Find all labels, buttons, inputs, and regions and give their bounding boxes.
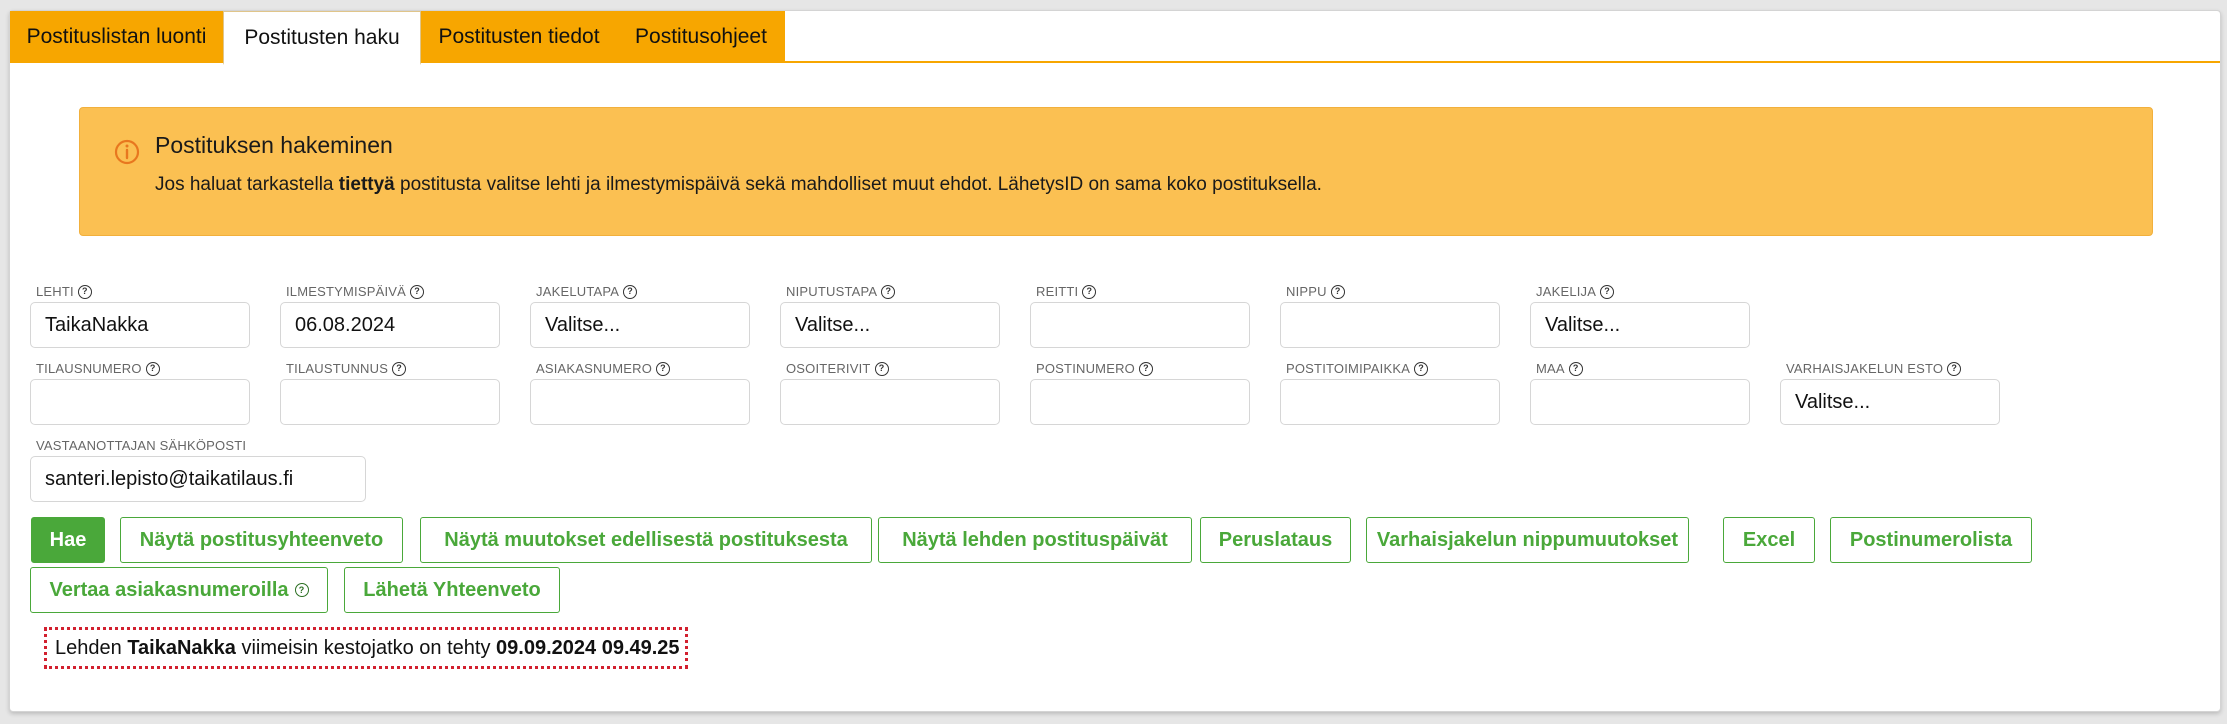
- osoiterivit-input[interactable]: [780, 379, 1000, 425]
- maa-input[interactable]: [1530, 379, 1750, 425]
- vertaa-asiakasnumeroilla-button[interactable]: Vertaa asiakasnumeroilla?: [30, 567, 328, 613]
- niputustapa-label: NIPUTUSTAPA: [786, 284, 878, 299]
- alert-title: Postituksen hakeminen: [155, 132, 393, 158]
- help-icon[interactable]: ?: [874, 361, 889, 376]
- peruslataus-button[interactable]: Peruslataus: [1200, 517, 1351, 563]
- main-panel: Postituslistan luonti Postitusten haku P…: [9, 10, 2221, 712]
- kestojatko-notice: Lehden TaikaNakka viimeisin kestojatko o…: [44, 627, 688, 669]
- lehti-field: LEHTI? TaikaNakka: [30, 284, 250, 348]
- tilausnumero-field: TILAUSNUMERO?: [30, 361, 250, 425]
- reitti-field: REITTI?: [1030, 284, 1250, 348]
- postinumerolista-button[interactable]: Postinumerolista: [1830, 517, 2032, 563]
- tilausnumero-label: TILAUSNUMERO: [36, 361, 142, 376]
- jakelutapa-label: JAKELUTAPA: [536, 284, 620, 299]
- varhaisjakelun-esto-select[interactable]: Valitse...: [1780, 379, 2000, 425]
- sahkoposti-input[interactable]: santeri.lepisto@taikatilaus.fi: [30, 456, 366, 502]
- help-icon[interactable]: ?: [1947, 361, 1962, 376]
- maa-label: MAA: [1536, 361, 1565, 376]
- postitoimipaikka-input[interactable]: [1280, 379, 1500, 425]
- excel-button[interactable]: Excel: [1723, 517, 1815, 563]
- jakelutapa-field: JAKELUTAPA? Valitse...: [530, 284, 750, 348]
- sahkoposti-label: VASTAANOTTAJAN SÄHKÖPOSTI: [36, 438, 247, 453]
- lehti-select[interactable]: TaikaNakka: [30, 302, 250, 348]
- info-icon: [114, 139, 140, 165]
- help-icon[interactable]: ?: [1330, 284, 1345, 299]
- niputustapa-field: NIPUTUSTAPA? Valitse...: [780, 284, 1000, 348]
- info-alert: Postituksen hakeminen Jos haluat tarkast…: [79, 107, 2153, 236]
- hae-button[interactable]: Hae: [31, 517, 105, 563]
- help-icon[interactable]: ?: [1568, 361, 1583, 376]
- varhaisjakelun-esto-field: VARHAISJAKELUN ESTO? Valitse...: [1780, 361, 2000, 425]
- help-icon[interactable]: ?: [392, 361, 407, 376]
- help-icon[interactable]: ?: [410, 284, 425, 299]
- asiakasnumero-field: ASIAKASNUMERO?: [530, 361, 750, 425]
- help-icon[interactable]: ?: [881, 284, 896, 299]
- postinumero-field: POSTINUMERO?: [1030, 361, 1250, 425]
- niputustapa-select[interactable]: Valitse...: [780, 302, 1000, 348]
- nayta-postitusyhteenveto-button[interactable]: Näytä postitusyhteenveto: [120, 517, 403, 563]
- osoiterivit-label: OSOITERIVIT: [786, 361, 871, 376]
- tilaustunnus-field: TILAUSTUNNUS?: [280, 361, 500, 425]
- reitti-input[interactable]: [1030, 302, 1250, 348]
- help-icon[interactable]: ?: [1414, 361, 1429, 376]
- jakelutapa-select[interactable]: Valitse...: [530, 302, 750, 348]
- tab-postitusten-tiedot[interactable]: Postitusten tiedot: [421, 11, 617, 63]
- tilausnumero-input[interactable]: [30, 379, 250, 425]
- ilmestymispaiva-input[interactable]: 06.08.2024: [280, 302, 500, 348]
- maa-field: MAA?: [1530, 361, 1750, 425]
- help-icon[interactable]: ?: [1600, 284, 1615, 299]
- osoiterivit-field: OSOITERIVIT?: [780, 361, 1000, 425]
- tab-postitusten-haku[interactable]: Postitusten haku: [223, 11, 421, 65]
- tab-postituslistan-luonti[interactable]: Postituslistan luonti: [10, 11, 223, 63]
- postitoimipaikka-label: POSTITOIMIPAIKKA: [1286, 361, 1411, 376]
- reitti-label: REITTI: [1036, 284, 1079, 299]
- ilmestymispaiva-label: ILMESTYMISPÄIVÄ: [286, 284, 407, 299]
- varhaisjakelun-nippumuutokset-button[interactable]: Varhaisjakelun nippumuutokset: [1366, 517, 1689, 563]
- tilaustunnus-label: TILAUSTUNNUS: [286, 361, 389, 376]
- varhaisjakelun-esto-label: VARHAISJAKELUN ESTO: [1786, 361, 1944, 376]
- help-icon[interactable]: ?: [145, 361, 160, 376]
- postinumero-input[interactable]: [1030, 379, 1250, 425]
- tab-bar: Postituslistan luonti Postitusten haku P…: [10, 11, 2220, 65]
- ilmestymispaiva-field: ILMESTYMISPÄIVÄ? 06.08.2024: [280, 284, 500, 348]
- nippu-input[interactable]: [1280, 302, 1500, 348]
- help-icon[interactable]: ?: [656, 361, 671, 376]
- jakelija-select[interactable]: Valitse...: [1530, 302, 1750, 348]
- help-icon[interactable]: ?: [77, 284, 92, 299]
- nayta-postituspaivat-button[interactable]: Näytä lehden postituspäivät: [878, 517, 1192, 563]
- nippu-field: NIPPU?: [1280, 284, 1500, 348]
- lehti-label: LEHTI: [36, 284, 74, 299]
- nayta-muutokset-button[interactable]: Näytä muutokset edellisestä postituksest…: [420, 517, 872, 563]
- alert-text: Jos haluat tarkastella tiettyä postitust…: [155, 174, 1322, 195]
- vertaa-label: Vertaa asiakasnumeroilla: [49, 578, 289, 601]
- nippu-label: NIPPU: [1286, 284, 1327, 299]
- help-icon[interactable]: ?: [1082, 284, 1097, 299]
- sahkoposti-field: VASTAANOTTAJAN SÄHKÖPOSTI santeri.lepist…: [30, 438, 366, 502]
- tab-postitusohjeet[interactable]: Postitusohjeet: [617, 11, 785, 63]
- jakelija-field: JAKELIJA? Valitse...: [1530, 284, 1750, 348]
- postinumero-label: POSTINUMERO: [1036, 361, 1135, 376]
- asiakasnumero-label: ASIAKASNUMERO: [536, 361, 653, 376]
- laheta-yhteenveto-button[interactable]: Lähetä Yhteenveto: [344, 567, 560, 613]
- jakelija-label: JAKELIJA: [1536, 284, 1597, 299]
- postitoimipaikka-field: POSTITOIMIPAIKKA?: [1280, 361, 1500, 425]
- asiakasnumero-input[interactable]: [530, 379, 750, 425]
- help-icon[interactable]: ?: [1138, 361, 1153, 376]
- tilaustunnus-input[interactable]: [280, 379, 500, 425]
- help-icon[interactable]: ?: [623, 284, 638, 299]
- help-icon[interactable]: ?: [294, 583, 309, 597]
